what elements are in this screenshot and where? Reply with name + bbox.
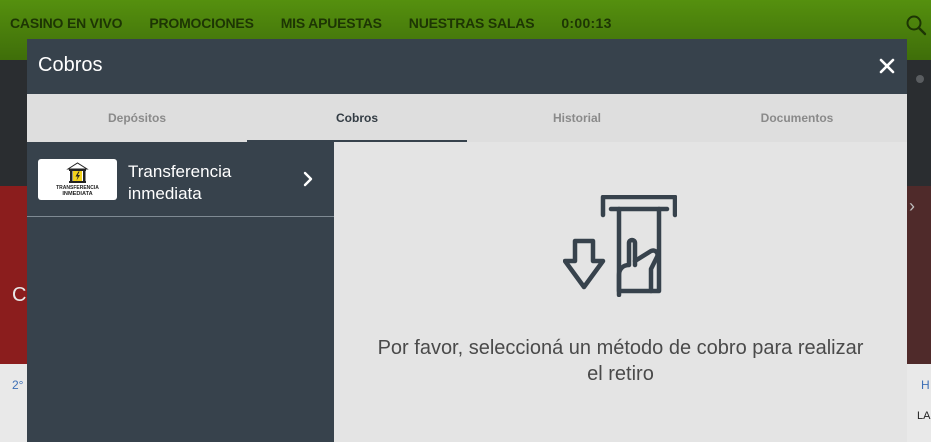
withdrawal-content-panel: Por favor, seleccioná un método de cobro… — [334, 142, 907, 442]
nav-item-promociones[interactable]: PROMOCIONES — [149, 15, 254, 31]
bank-building-icon: TRANSFERENCIA INMEDIATA — [56, 162, 99, 197]
session-timer: 0:00:13 — [561, 15, 612, 31]
logo-text-line-2: INMEDIATA — [62, 191, 92, 197]
background-card-right-text: LA — [917, 410, 931, 422]
select-method-message: Por favor, seleccioná un método de cobro… — [377, 337, 864, 385]
background-card-right-letter: H — [921, 378, 930, 392]
background-card-left — [0, 364, 27, 442]
background-banner-left — [0, 186, 27, 364]
withdrawals-modal: Cobros Depósitos Cobros Historial Docume… — [27, 39, 907, 442]
background-card-right — [907, 364, 931, 442]
tab-documentos[interactable]: Documentos — [687, 94, 907, 142]
nav-item-mis-apuestas[interactable]: MIS APUESTAS — [281, 15, 382, 31]
tab-depositos[interactable]: Depósitos — [27, 94, 247, 142]
modal-tabs: Depósitos Cobros Historial Documentos — [27, 94, 907, 142]
nav-item-casino-en-vivo[interactable]: CASINO EN VIVO — [10, 15, 123, 31]
chevron-right-icon: › — [909, 196, 915, 216]
nav-item-nuestras-salas[interactable]: NUESTRAS SALAS — [409, 15, 535, 31]
close-icon[interactable] — [877, 55, 897, 77]
background-carousel-dot — [916, 75, 924, 83]
tab-historial[interactable]: Historial — [467, 94, 687, 142]
modal-title: Cobros — [38, 54, 103, 76]
background-banner-left-text: C — [12, 284, 27, 306]
payment-methods-sidebar: TRANSFERENCIA INMEDIATA Transferencia in… — [27, 142, 334, 442]
modal-header: Cobros — [27, 39, 907, 94]
chevron-right-icon — [303, 171, 313, 187]
tab-cobros[interactable]: Cobros — [247, 94, 467, 142]
search-icon[interactable] — [905, 14, 927, 36]
atm-withdrawal-icon — [563, 195, 677, 297]
background-card-left-number: 2° — [12, 378, 24, 392]
transferencia-inmediata-logo: TRANSFERENCIA INMEDIATA — [38, 159, 117, 200]
method-transferencia-inmediata[interactable]: TRANSFERENCIA INMEDIATA Transferencia in… — [27, 142, 334, 217]
method-label: Transferencia inmediata — [128, 162, 232, 203]
